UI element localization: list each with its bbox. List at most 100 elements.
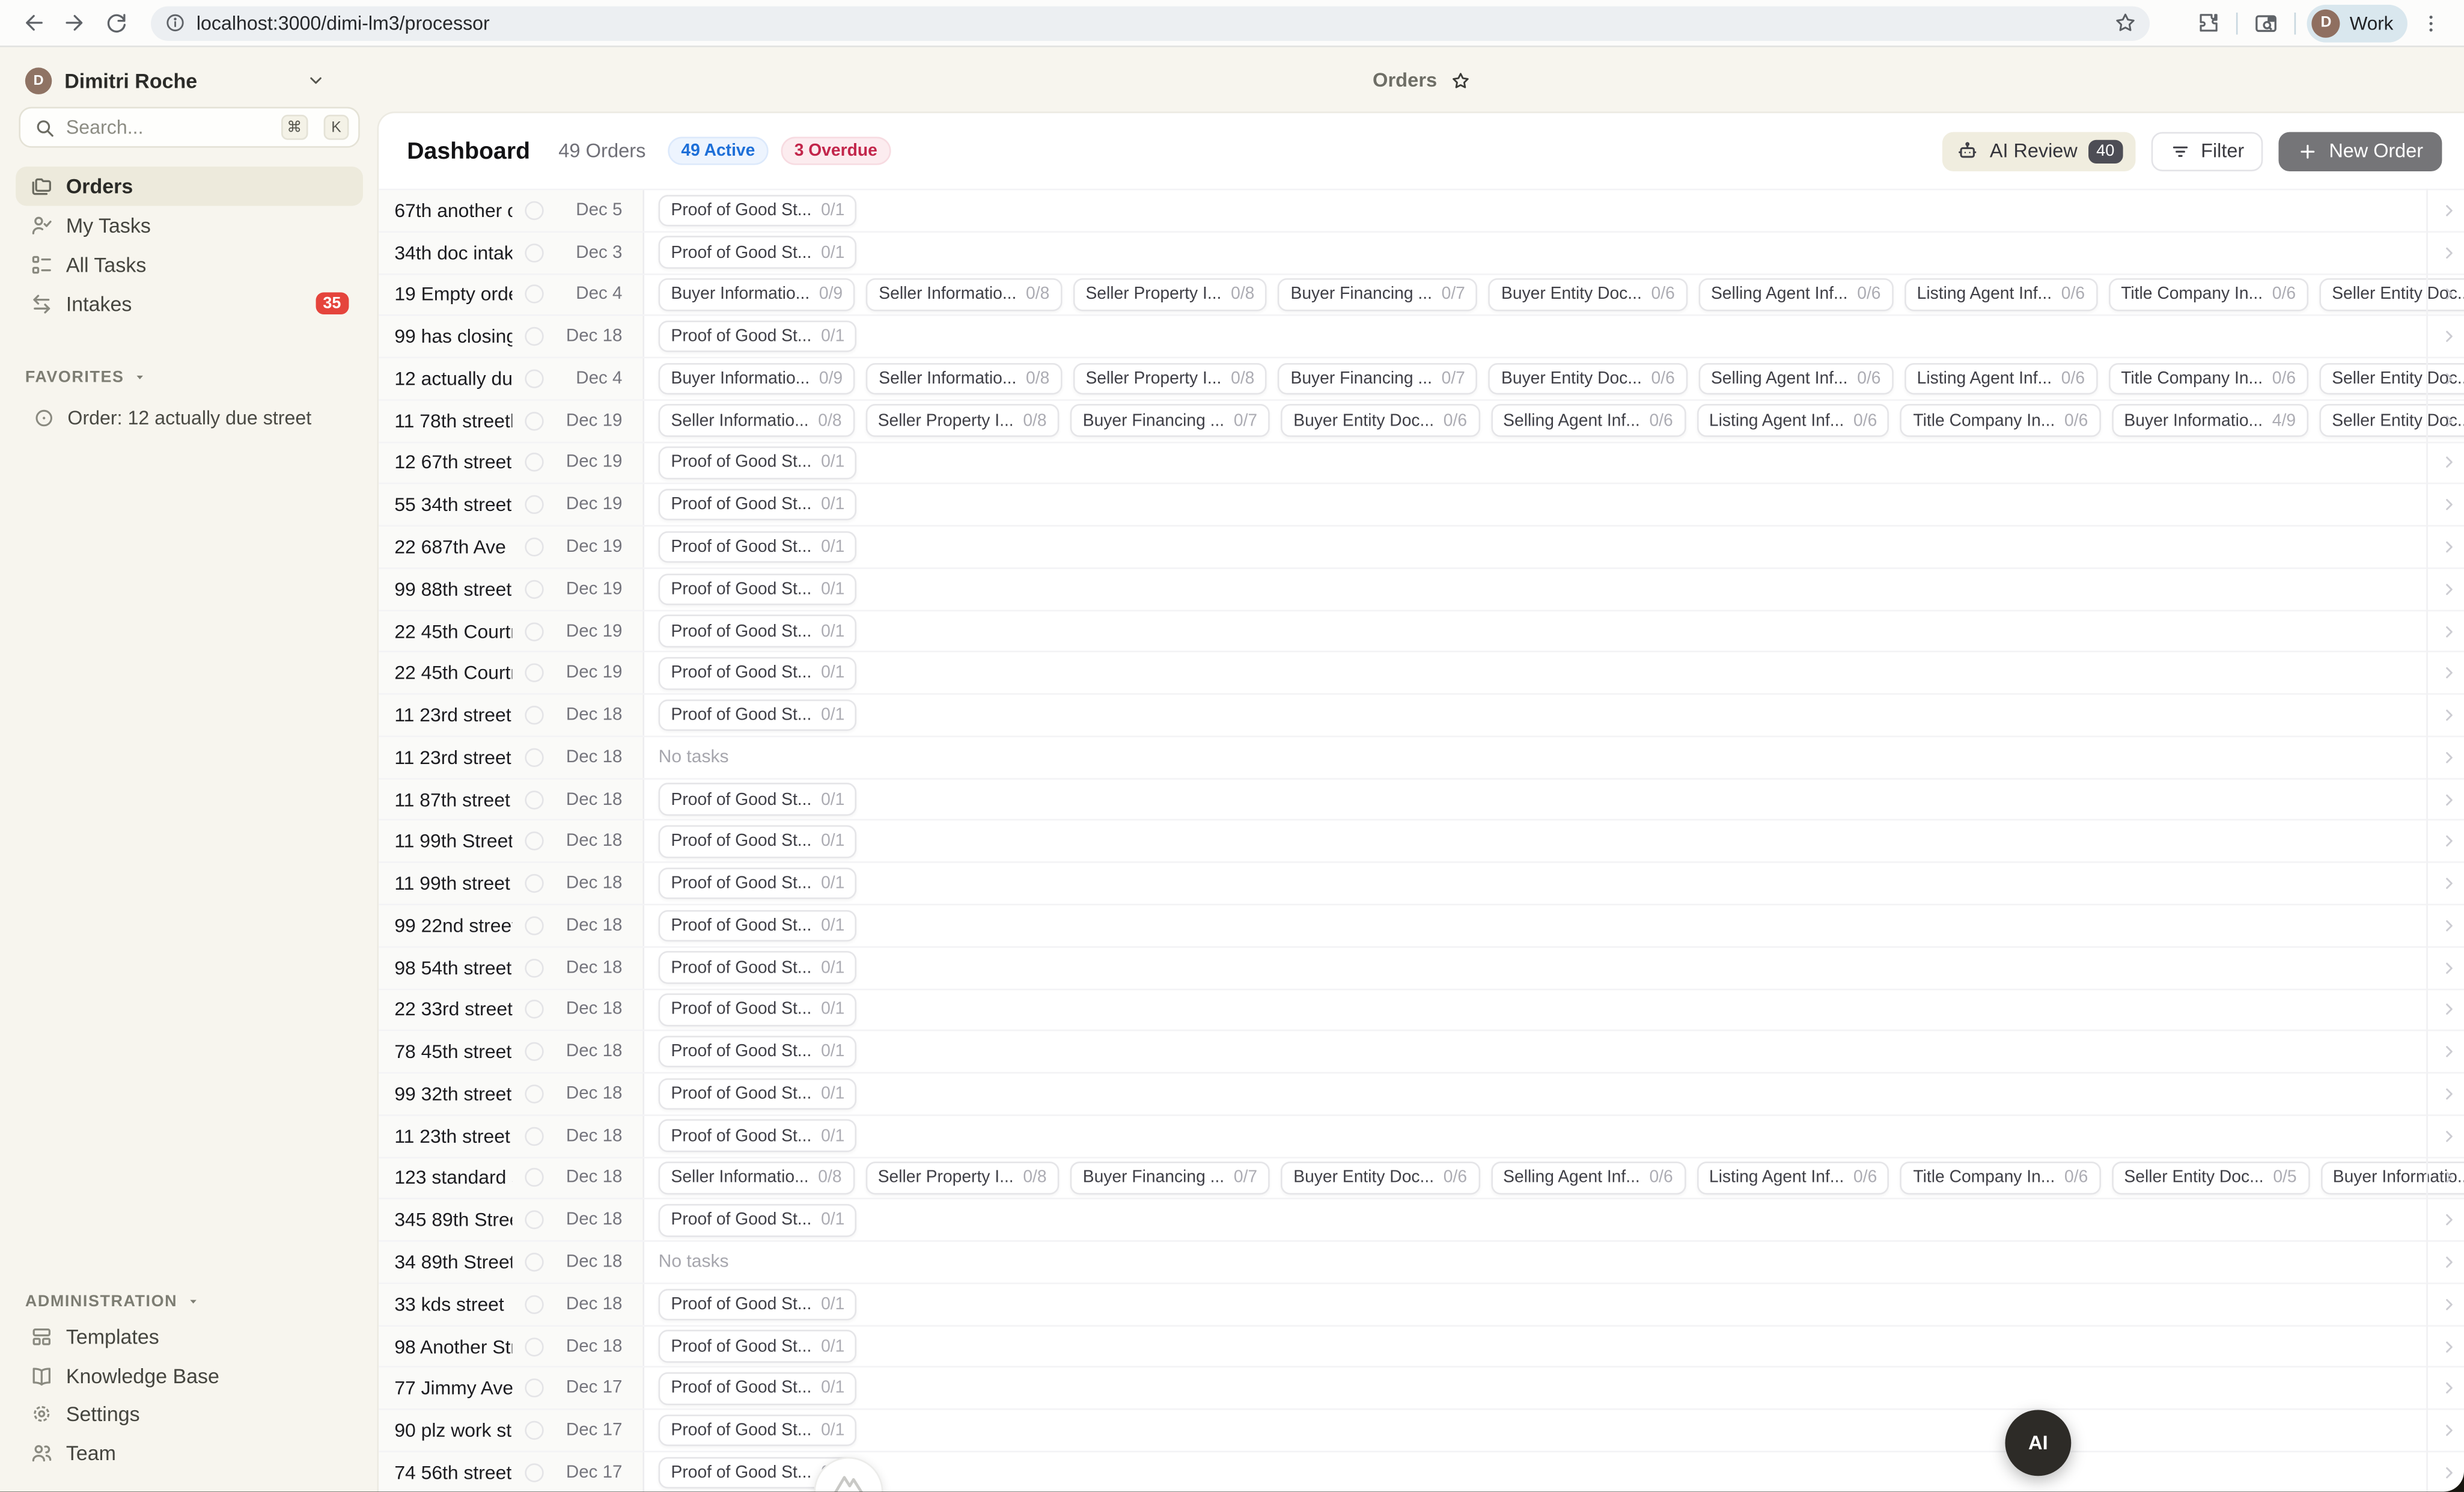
chevron-right-icon[interactable] bbox=[2441, 244, 2458, 261]
favorites-heading[interactable]: FAVORITES bbox=[25, 367, 353, 388]
task-chip[interactable]: Seller Property I... 0/8 bbox=[1073, 362, 1267, 395]
order-summary-cell[interactable]: 11 87th street Dec 18 bbox=[379, 779, 645, 820]
task-chip[interactable]: Buyer Entity Doc... 0/6 bbox=[1281, 405, 1480, 437]
task-chip[interactable]: Seller Property I... 0/8 bbox=[865, 405, 1060, 437]
table-row[interactable]: 12 67th street Dec 19 Proof of Good St... 0… bbox=[379, 441, 2464, 483]
task-chip[interactable]: Proof of Good St... 0/1 bbox=[658, 1035, 858, 1068]
order-summary-cell[interactable]: 11 23rd street Dec 18 bbox=[379, 737, 645, 778]
ai-review-button[interactable]: AI Review 40 bbox=[1942, 131, 2135, 171]
task-chip[interactable]: Listing Agent Inf... 0/6 bbox=[1904, 362, 2097, 395]
table-row[interactable]: 345 89th Street Dec 18 Proof of Good St...… bbox=[379, 1198, 2464, 1241]
browser-menu-button[interactable] bbox=[2411, 2, 2451, 43]
order-summary-cell[interactable]: 123 standard street Dec 18 bbox=[379, 1158, 645, 1199]
task-chip[interactable]: Proof of Good St... 0/1 bbox=[658, 1077, 858, 1110]
task-chip[interactable]: Selling Agent Inf... 0/6 bbox=[1490, 1161, 1686, 1194]
chevron-right-icon[interactable] bbox=[2441, 1295, 2458, 1313]
table-row[interactable]: 19 Empty order str... Dec 4 Buyer Informat… bbox=[379, 272, 2464, 315]
chevron-right-icon[interactable] bbox=[2441, 833, 2458, 850]
table-row[interactable]: 22 45th Courtney ... Dec 19 Proof of Good … bbox=[379, 651, 2464, 694]
task-chip[interactable]: Proof of Good St... 0/1 bbox=[658, 867, 858, 900]
order-summary-cell[interactable]: 12 67th street Dec 19 bbox=[379, 442, 645, 483]
task-chip[interactable]: Seller Informatio... 0/8 bbox=[658, 1161, 855, 1194]
site-info-icon[interactable] bbox=[165, 13, 186, 33]
order-summary-cell[interactable]: 12 actually due str... Dec 4 bbox=[379, 358, 645, 399]
order-summary-cell[interactable]: 67th another one i... Dec 5 bbox=[379, 190, 645, 231]
chevron-right-icon[interactable] bbox=[2441, 412, 2458, 430]
task-chip[interactable]: Selling Agent Inf... 0/6 bbox=[1490, 405, 1686, 437]
order-summary-cell[interactable]: 98 Another Street Dec 18 bbox=[379, 1326, 645, 1367]
table-row[interactable]: 11 23th street Dec 18 Proof of Good St... 0… bbox=[379, 1114, 2464, 1157]
task-chip[interactable]: Proof of Good St... 0/1 bbox=[658, 236, 858, 269]
order-name[interactable]: 99 has closing dat... bbox=[394, 326, 512, 348]
task-chip[interactable]: Proof of Good St... 0/1 bbox=[658, 1372, 858, 1405]
order-summary-cell[interactable]: 11 99th street Dec 18 bbox=[379, 863, 645, 904]
chevron-right-icon[interactable] bbox=[2441, 1169, 2458, 1187]
order-summary-cell[interactable]: 11 23rd street Dec 18 bbox=[379, 695, 645, 736]
task-chip[interactable]: Buyer Informatio... 4/9 bbox=[2111, 405, 2308, 437]
table-row[interactable]: 34th doc intake Dec 3 Proof of Good St... 0… bbox=[379, 230, 2464, 273]
table-row[interactable]: 11 23rd street Dec 18 Proof of Good St... 0… bbox=[379, 693, 2464, 736]
order-name[interactable]: 34th doc intake bbox=[394, 242, 512, 264]
sidebar-item-all-tasks[interactable]: All Tasks bbox=[16, 245, 363, 284]
chevron-right-icon[interactable] bbox=[2441, 539, 2458, 556]
chevron-right-icon[interactable] bbox=[2441, 328, 2458, 346]
chevron-right-icon[interactable] bbox=[2441, 1043, 2458, 1060]
ai-assistant-fab[interactable]: AI bbox=[2005, 1410, 2072, 1476]
workspace-switcher[interactable]: D Dimitri Roche bbox=[19, 60, 359, 100]
task-chip[interactable]: Proof of Good St... 0/1 bbox=[658, 573, 858, 605]
task-chip[interactable]: Proof of Good St... 0/1 bbox=[658, 783, 858, 816]
table-row[interactable]: 99 32th street Dec 18 Proof of Good St... 0… bbox=[379, 1072, 2464, 1114]
task-chip[interactable]: Seller Entity Doc... 0/5 bbox=[2111, 1161, 2310, 1194]
task-chip[interactable]: Proof of Good St... 0/1 bbox=[658, 1119, 858, 1152]
order-name[interactable]: 19 Empty order str... bbox=[394, 284, 512, 306]
task-chip[interactable]: Proof of Good St... 0/1 bbox=[658, 825, 858, 858]
task-chip[interactable]: Selling Agent Inf... 0/6 bbox=[1698, 362, 1894, 395]
order-name[interactable]: 77 Jimmy Ave bbox=[394, 1377, 512, 1399]
task-chip[interactable]: Proof of Good St... 0/1 bbox=[658, 489, 858, 521]
order-name[interactable]: 99 32th street bbox=[394, 1083, 512, 1105]
order-name[interactable]: 11 23rd street bbox=[394, 705, 512, 727]
extensions-button[interactable] bbox=[2188, 2, 2228, 43]
task-chip[interactable]: Proof of Good St... 0/1 bbox=[658, 699, 858, 732]
table-row[interactable]: 55 34th street Dec 19 Proof of Good St... 0… bbox=[379, 483, 2464, 525]
table-row[interactable]: 77 Jimmy Ave Dec 17 Proof of Good St... 0/1 bbox=[379, 1366, 2464, 1409]
table-row[interactable]: 67th another one i... Dec 5 Proof of Good … bbox=[379, 188, 2464, 231]
order-name[interactable]: 12 67th street bbox=[394, 452, 512, 474]
task-chip[interactable]: Seller Property I... 0/8 bbox=[865, 1161, 1060, 1194]
order-summary-cell[interactable]: 55 34th street Dec 19 bbox=[379, 485, 645, 525]
task-chip[interactable]: Proof of Good St... 0/1 bbox=[658, 910, 858, 942]
chevron-right-icon[interactable] bbox=[2441, 454, 2458, 472]
sidebar-item-orders[interactable]: Orders bbox=[16, 167, 364, 206]
order-name[interactable]: 33 kds street bbox=[394, 1293, 512, 1315]
order-summary-cell[interactable]: 77 Jimmy Ave Dec 17 bbox=[379, 1368, 645, 1409]
favorite-star-icon[interactable] bbox=[1450, 70, 1470, 90]
order-summary-cell[interactable]: 99 32th street Dec 18 bbox=[379, 1074, 645, 1114]
chevron-right-icon[interactable] bbox=[2441, 202, 2458, 219]
new-order-button[interactable]: New Order bbox=[2278, 131, 2442, 171]
task-chip[interactable]: Proof of Good St... 0/1 bbox=[658, 1330, 858, 1363]
order-summary-cell[interactable]: 78 45th street Dec 18 bbox=[379, 1032, 645, 1072]
order-name[interactable]: 345 89th Street bbox=[394, 1209, 512, 1231]
filter-button[interactable]: Filter bbox=[2150, 131, 2263, 171]
table-row[interactable]: 22 33rd street Dec 18 Proof of Good St... 0… bbox=[379, 988, 2464, 1030]
order-summary-cell[interactable]: 22 45th Courtney ... Dec 19 bbox=[379, 611, 645, 652]
order-summary-cell[interactable]: 22 33rd street Dec 18 bbox=[379, 989, 645, 1030]
task-chip[interactable]: Proof of Good St... 0/1 bbox=[658, 952, 858, 984]
table-row[interactable]: 98 54th street Dec 18 Proof of Good St... 0… bbox=[379, 946, 2464, 988]
table-row[interactable]: 90 plz work street Dec 17 Proof of Good St… bbox=[379, 1408, 2464, 1451]
order-summary-cell[interactable]: 99 has closing dat... Dec 18 bbox=[379, 316, 645, 357]
back-button[interactable] bbox=[13, 2, 53, 43]
chevron-right-icon[interactable] bbox=[2441, 749, 2458, 766]
task-chip[interactable]: Buyer Entity Doc... 0/6 bbox=[1489, 362, 1688, 395]
chevron-right-icon[interactable] bbox=[2441, 1085, 2458, 1102]
task-chip[interactable]: Proof of Good St... 0/1 bbox=[658, 531, 858, 563]
task-chip[interactable]: Listing Agent Inf... 0/6 bbox=[1904, 278, 2097, 311]
order-summary-cell[interactable]: 11 78th streeth Dec 19 bbox=[379, 400, 645, 441]
order-name[interactable]: 74 56th street bbox=[394, 1461, 512, 1484]
order-name[interactable]: 98 Another Street bbox=[394, 1335, 512, 1357]
sidebar-item-team[interactable]: Team bbox=[16, 1434, 363, 1472]
task-chip[interactable]: Title Company In... 0/6 bbox=[1900, 405, 2101, 437]
bookmark-star-icon[interactable] bbox=[2108, 5, 2142, 40]
chevron-right-icon[interactable] bbox=[2441, 581, 2458, 598]
chevron-right-icon[interactable] bbox=[2441, 1001, 2458, 1018]
